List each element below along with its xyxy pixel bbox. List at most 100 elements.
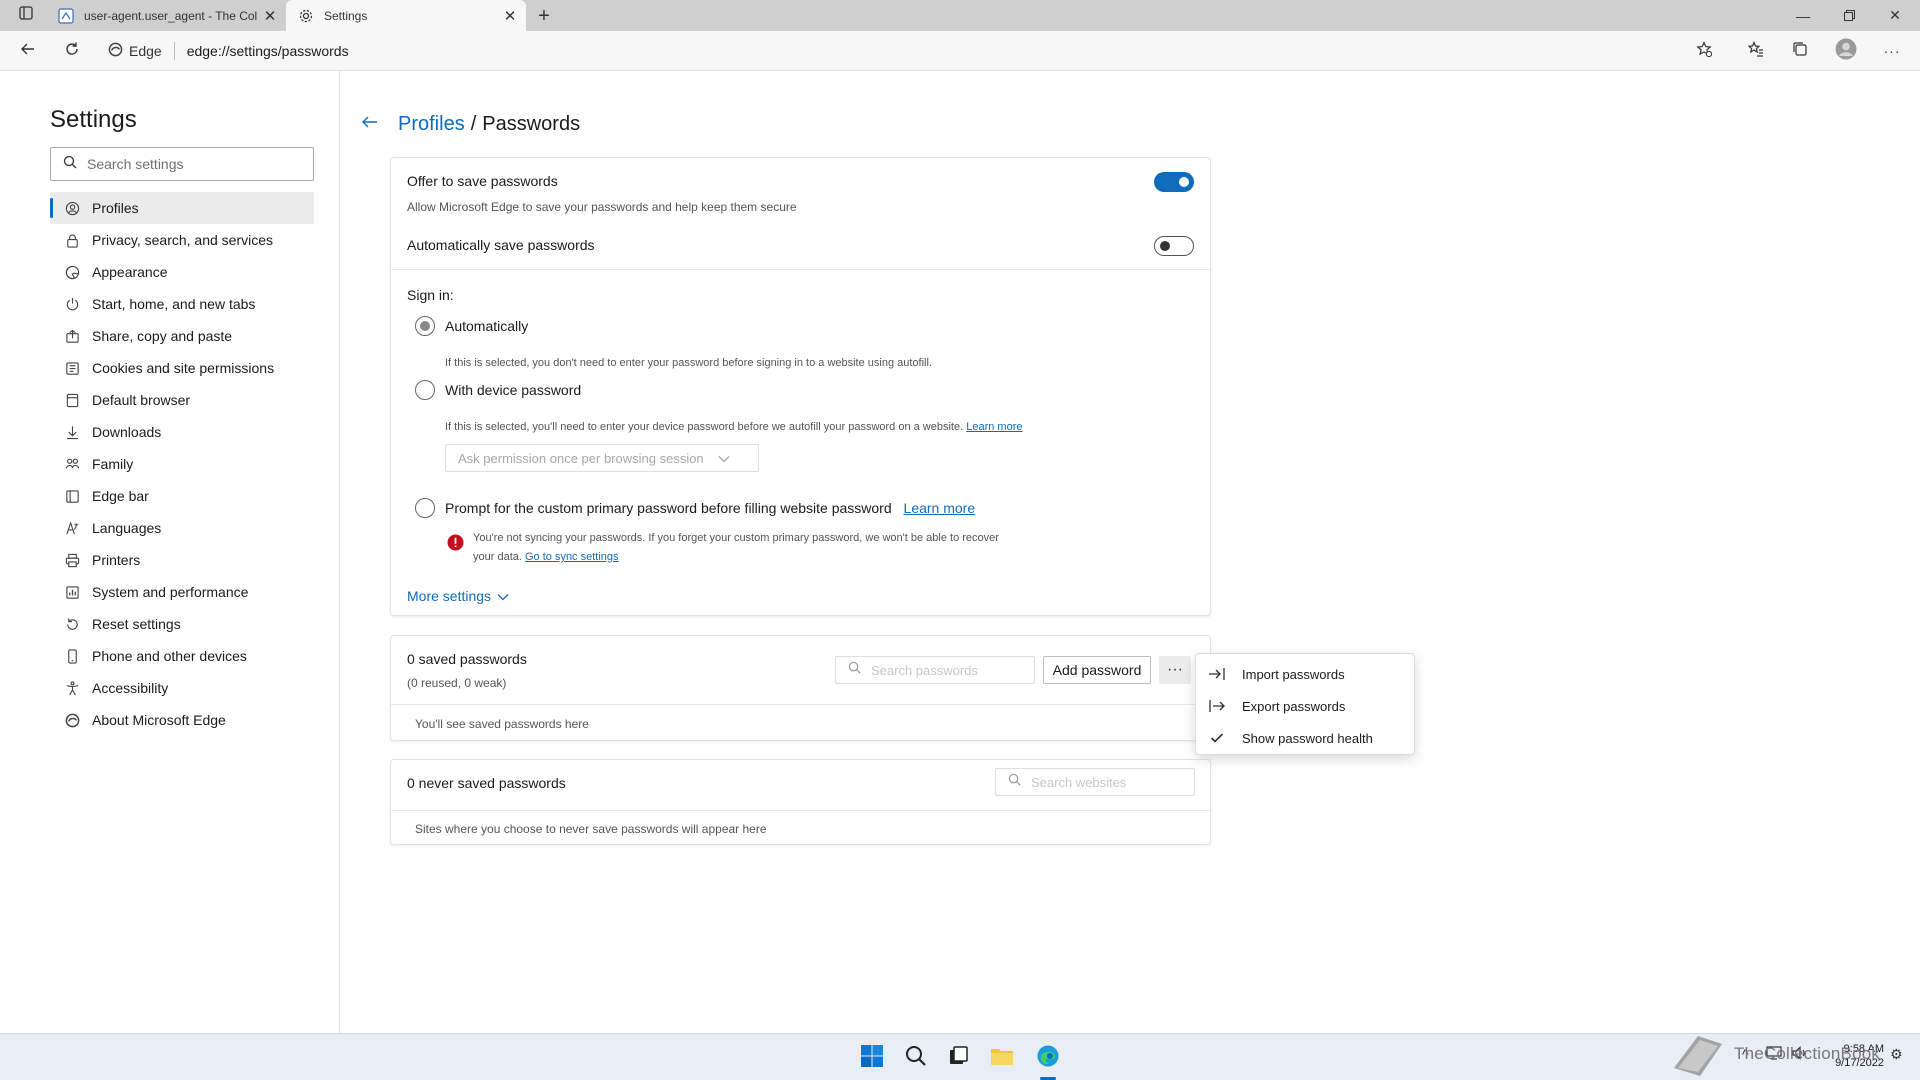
taskbar-search-button[interactable] [900, 1042, 932, 1074]
restore-button[interactable] [1826, 0, 1872, 31]
tab-strip: user-agent.user_agent - The Coll ✕ Setti… [0, 0, 1920, 31]
task-view-button[interactable] [942, 1042, 974, 1074]
page-icon [58, 7, 74, 24]
collections-button[interactable] [1784, 35, 1816, 67]
learn-more-link[interactable]: Learn more [966, 421, 1022, 433]
back-button[interactable] [12, 35, 44, 67]
tab-settings[interactable]: Settings ✕ [286, 0, 526, 31]
tab-user-agent[interactable]: user-agent.user_agent - The Coll ✕ [46, 0, 286, 31]
sidebar-item-label: Share, copy and paste [92, 328, 233, 344]
offer-save-toggle[interactable] [1154, 172, 1194, 192]
sidebar-item-system[interactable]: System and performance [50, 576, 314, 608]
favorites-button[interactable] [1740, 35, 1772, 67]
breadcrumb: Profiles / Passwords [356, 112, 580, 136]
sidebar-item-label: Privacy, search, and services [92, 232, 274, 248]
radio-automatically-description: If this is selected, you don't need to e… [445, 357, 932, 369]
saved-passwords-title: 0 saved passwords [407, 651, 527, 667]
close-window-button[interactable]: ✕ [1872, 0, 1918, 31]
sidebar-item-edge-bar[interactable]: Edge bar [50, 480, 314, 512]
site-info[interactable]: Edge [108, 42, 175, 60]
more-options-button[interactable]: ··· [1159, 656, 1191, 684]
close-icon: ✕ [1889, 7, 1901, 23]
sync-settings-link[interactable]: Go to sync settings [525, 551, 619, 563]
sidebar-item-share[interactable]: Share, copy and paste [50, 320, 314, 352]
sidebar-item-downloads[interactable]: Downloads [50, 416, 314, 448]
page-title: Passwords [482, 112, 581, 135]
add-favorite-button[interactable] [1688, 35, 1720, 67]
search-websites-input[interactable] [1031, 774, 1171, 790]
notifications-button[interactable]: ⚙ [1890, 1046, 1903, 1063]
refresh-button[interactable] [56, 35, 88, 67]
sidebar-item-languages[interactable]: Languages [50, 512, 314, 544]
gear-icon [298, 8, 314, 24]
sidebar-item-about[interactable]: About Microsoft Edge [50, 704, 314, 736]
favorites-icon [1747, 40, 1764, 62]
menu-item-label: Import passwords [1242, 666, 1345, 682]
menu-item-import-passwords[interactable]: Import passwords [1196, 658, 1414, 690]
menu-item-label: Export passwords [1242, 698, 1346, 714]
taskbar: ^ 9:58 AM 9/17/2022 ⚙ [0, 1033, 1920, 1080]
radio-device-password[interactable] [415, 380, 435, 400]
import-icon [1208, 666, 1226, 682]
radio-primary-password-label: Prompt for the custom primary password b… [445, 500, 975, 516]
breadcrumb-back-button[interactable] [356, 112, 384, 136]
chevron-down-icon [497, 588, 509, 604]
sidebar-item-appearance[interactable]: Appearance [50, 256, 314, 288]
more-settings-button[interactable]: More settings [407, 588, 509, 604]
sidebar-item-cookies[interactable]: Cookies and site permissions [50, 352, 314, 384]
menu-item-show-password-health[interactable]: Show password health [1196, 722, 1414, 754]
sidebar-item-label: Accessibility [92, 680, 169, 696]
tab-actions-button[interactable] [8, 0, 44, 31]
sidebar-item-phone[interactable]: Phone and other devices [50, 640, 314, 672]
search-websites-box[interactable] [995, 768, 1195, 796]
file-explorer-button[interactable] [986, 1042, 1018, 1074]
search-settings-box[interactable] [50, 147, 314, 181]
radio-automatically[interactable] [415, 316, 435, 336]
address-bar[interactable]: Edge edge://settings/passwords [108, 36, 1708, 66]
profile-icon [64, 200, 80, 216]
search-icon [63, 155, 77, 174]
radio-primary-password[interactable] [415, 498, 435, 518]
sidebar-item-default-browser[interactable]: Default browser [50, 384, 314, 416]
edge-taskbar-button[interactable] [1032, 1042, 1064, 1074]
sidebar-item-family[interactable]: Family [50, 448, 314, 480]
gear-icon: ⚙ [1890, 1046, 1903, 1062]
url-text: edge://settings/passwords [186, 43, 349, 59]
primary-password-label-text: Prompt for the custom primary password b… [445, 500, 892, 516]
tab-close-button[interactable]: ✕ [258, 4, 282, 28]
settings-more-button[interactable]: ··· [1876, 35, 1908, 67]
start-button[interactable] [856, 1042, 888, 1074]
printer-icon [64, 552, 80, 568]
sidebar-item-label: Languages [92, 520, 162, 536]
learn-more-link[interactable]: Learn more [904, 500, 976, 516]
passwords-context-menu: Import passwords Export passwords Show p… [1195, 653, 1415, 755]
menu-item-export-passwords[interactable]: Export passwords [1196, 690, 1414, 722]
watermark-text: TheCollectionBook [1734, 1044, 1881, 1063]
sidebar-item-reset[interactable]: Reset settings [50, 608, 314, 640]
sidebar-item-printers[interactable]: Printers [50, 544, 314, 576]
search-passwords-box[interactable] [835, 656, 1035, 684]
divider [391, 810, 1210, 811]
password-settings-card: Offer to save passwords Allow Microsoft … [390, 157, 1211, 616]
saved-passwords-card: 0 saved passwords (0 reused, 0 weak) Add… [390, 635, 1211, 741]
tab-title: Settings [324, 8, 368, 23]
sidebar-item-accessibility[interactable]: Accessibility [50, 672, 314, 704]
avatar [1835, 38, 1857, 65]
new-tab-button[interactable]: + [531, 3, 557, 29]
breadcrumb-profiles-link[interactable]: Profiles [398, 113, 465, 136]
add-password-button[interactable]: Add password [1043, 656, 1151, 684]
auto-save-toggle[interactable] [1154, 236, 1194, 256]
languages-icon [64, 520, 80, 536]
settings-nav: Profiles Privacy, search, and services A… [50, 192, 314, 736]
search-settings-input[interactable] [87, 156, 287, 172]
minimize-button[interactable]: — [1780, 0, 1826, 31]
phone-icon [64, 648, 80, 664]
tab-close-button[interactable]: ✕ [498, 4, 522, 28]
profile-button[interactable] [1830, 35, 1862, 67]
offer-save-description: Allow Microsoft Edge to save your passwo… [407, 200, 797, 214]
sidebar-item-profiles[interactable]: Profiles [50, 192, 314, 224]
search-passwords-input[interactable] [871, 662, 1011, 678]
sidebar-item-start-home[interactable]: Start, home, and new tabs [50, 288, 314, 320]
radio-automatically-label: Automatically [445, 318, 529, 334]
sidebar-item-privacy[interactable]: Privacy, search, and services [50, 224, 314, 256]
